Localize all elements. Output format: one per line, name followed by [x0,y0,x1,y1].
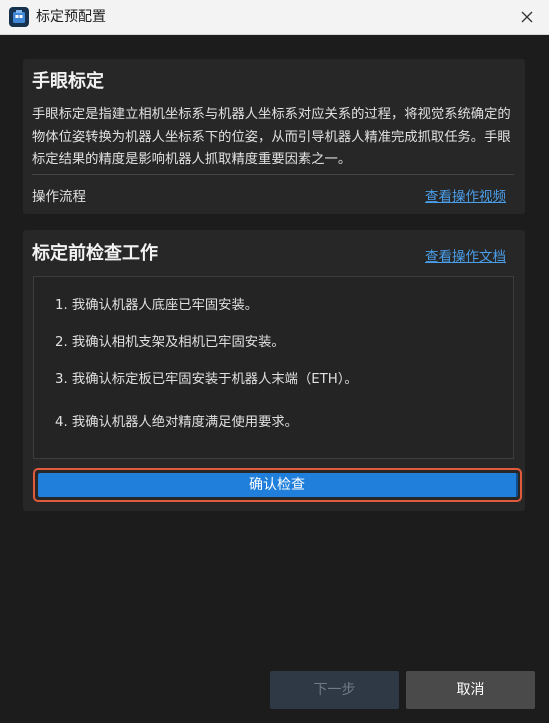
list-item: 4. 我确认机器人绝对精度满足使用要求。 [55,415,298,430]
window-titlebar: 标定预配置 [0,0,549,35]
view-video-link[interactable]: 查看操作视频 [425,185,506,205]
cancel-button[interactable]: 取消 [406,671,535,709]
list-item: 1. 我确认机器人底座已牢固安装。 [55,298,259,313]
window-title: 标定预配置 [36,9,106,25]
view-doc-link[interactable]: 查看操作文档 [425,245,506,265]
precheck-title: 标定前检查工作 [32,243,158,264]
confirm-check-button[interactable]: 确认检查 [38,473,518,497]
close-icon [521,11,533,23]
precheck-list: 1. 我确认机器人底座已牢固安装。 2. 我确认相机支架及相机已牢固安装。 3.… [33,276,514,459]
hand-eye-title: 手眼标定 [32,71,104,92]
divider [32,174,514,175]
confirm-highlight: 确认检查 [33,468,522,502]
precheck-card: 标定前检查工作 查看操作文档 1. 我确认机器人底座已牢固安装。 2. 我确认相… [23,230,525,511]
list-item: 2. 我确认相机支架及相机已牢固安装。 [55,335,285,350]
operation-flow-label: 操作流程 [32,189,86,205]
next-button[interactable]: 下一步 [270,671,399,709]
close-button[interactable] [509,2,545,32]
hand-eye-description: 手眼标定是指建立相机坐标系与机器人坐标系对应关系的过程，将视觉系统确定的物体位姿… [32,107,511,167]
list-item: 3. 我确认标定板已牢固安装于机器人末端（ETH）。 [55,372,358,387]
app-logo-icon [9,7,29,27]
hand-eye-card: 手眼标定 手眼标定是指建立相机坐标系与机器人坐标系对应关系的过程，将视觉系统确定… [23,59,525,214]
